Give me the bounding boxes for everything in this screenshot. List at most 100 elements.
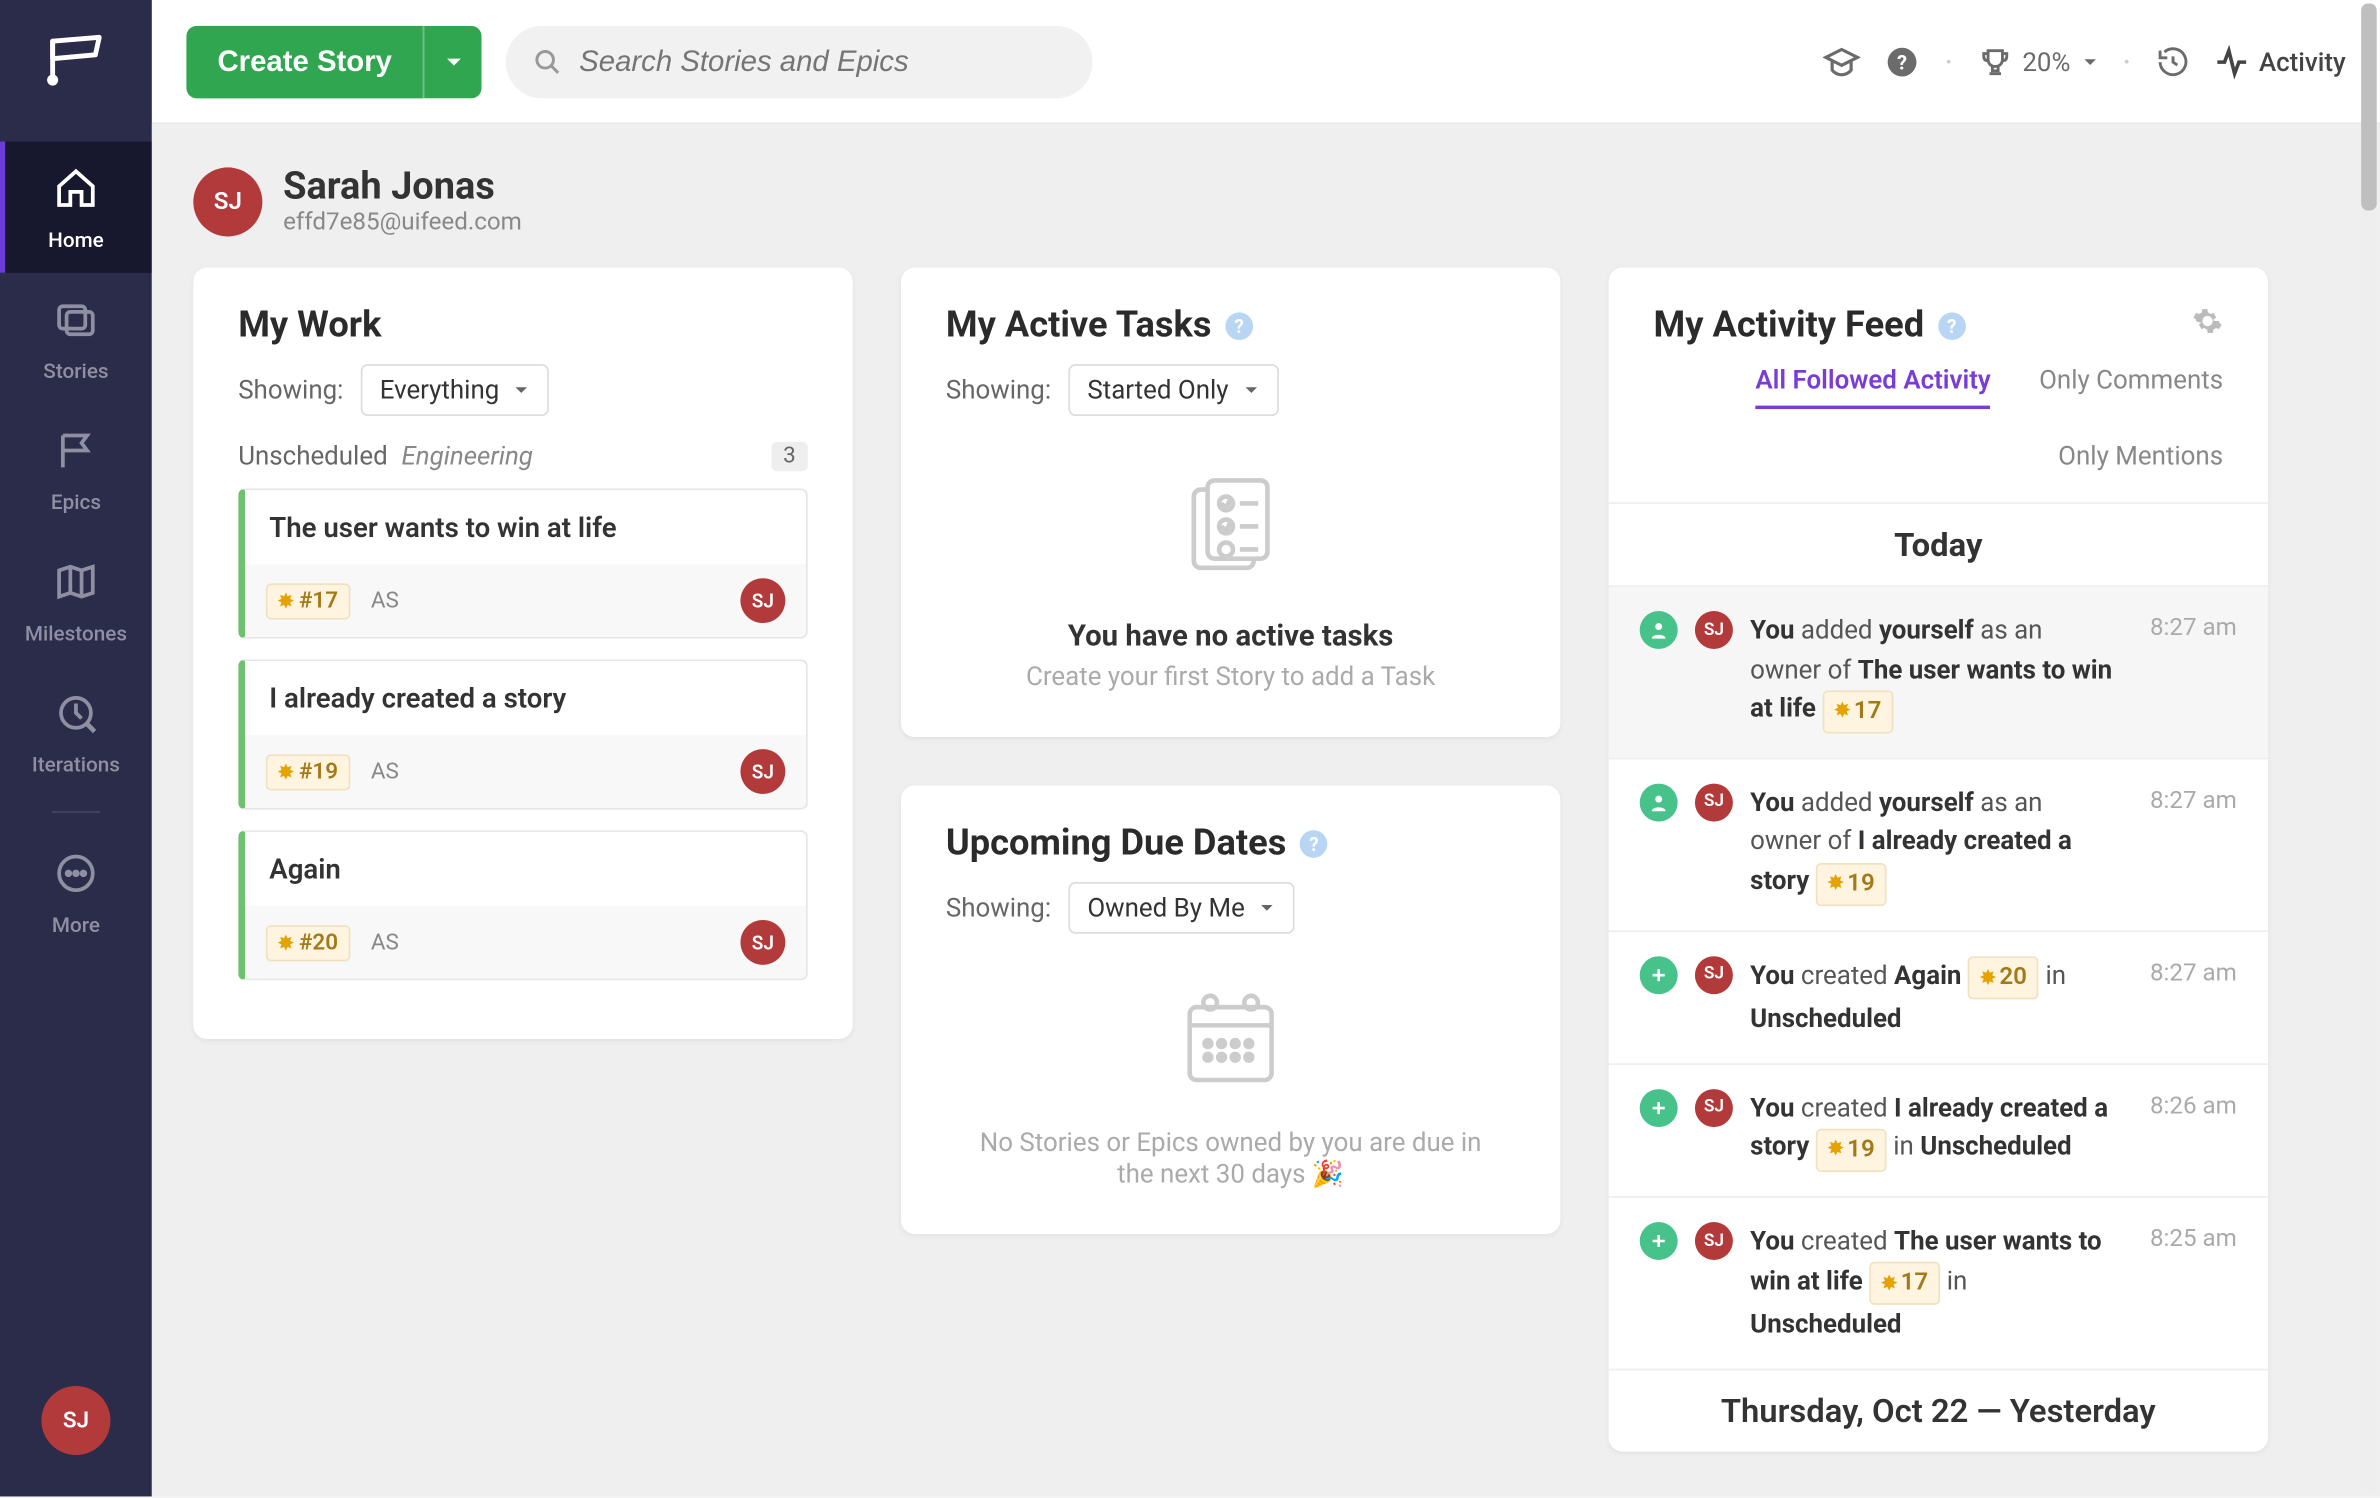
help-icon[interactable]: ? [1886,44,1921,79]
current-user-avatar[interactable]: SJ [41,1386,110,1455]
story-chip[interactable]: 19 [1816,862,1887,905]
education-icon[interactable] [1823,42,1861,80]
iterations-icon [54,690,99,745]
story-id-chip[interactable]: #20 [266,924,350,960]
empty-text: No Stories or Epics owned by you are due… [946,1127,1516,1189]
my-work-filter-dropdown[interactable]: Everything [361,364,550,416]
user-email: effd7e85@uifeed.com [283,209,522,237]
more-icon [54,851,99,906]
story-chip[interactable]: 20 [1968,957,2039,1000]
feed-text: You added yourself as an owner of The us… [1750,611,2119,733]
flag-icon [54,428,99,483]
scrollbar[interactable] [2361,3,2377,1493]
group-count: 3 [771,441,808,470]
feed-item[interactable]: SJ You created Again 20 in Unscheduled 8… [1609,929,2268,1062]
feed-text: You created The user wants to win at lif… [1750,1222,2119,1344]
story-meta: #19 AS SJ [245,735,806,807]
due-dates-card: Upcoming Due Dates ? Showing: Owned By M… [901,785,1560,1234]
trophy-icon [1977,44,2012,79]
search-input[interactable] [579,44,1065,79]
nav-epics[interactable]: Epics [0,404,152,535]
caret-down-icon [1259,899,1276,916]
feed-item[interactable]: SJ You created I already created a story… [1609,1063,2268,1196]
help-icon[interactable]: ? [1300,830,1328,858]
group-status: Unscheduled [238,440,387,471]
feed-time: 8:26 am [2150,1089,2237,1172]
filter-value: Owned By Me [1087,892,1244,923]
home-icon [54,166,99,221]
card-title: My Activity Feed [1654,306,1925,347]
story-card[interactable]: I already created a story #19 AS SJ [238,659,808,809]
story-card[interactable]: Again #20 AS SJ [238,830,808,980]
nav-more[interactable]: More [0,827,152,958]
feed-text: You created Again 20 in Unscheduled [1750,955,2119,1038]
page-title: Sarah Jonas [283,166,522,209]
story-assignee: AS [371,929,399,955]
feed-avatar: SJ [1695,611,1733,649]
story-title: The user wants to win at life [245,490,806,564]
feed-date-prev: Thursday, Oct 22 — Yesterday [1609,1368,2268,1451]
gear-icon[interactable] [2192,306,2223,347]
activity-link[interactable]: Activity [2214,44,2346,79]
filter-value: Everything [380,375,500,406]
nav-milestones[interactable]: Milestones [0,535,152,666]
story-card[interactable]: The user wants to win at life #17 AS SJ [238,488,808,638]
story-chip[interactable]: 19 [1816,1129,1887,1172]
feed-time: 8:27 am [2150,611,2237,733]
create-story-button[interactable]: Create Story [186,25,423,97]
story-chip[interactable]: 17 [1869,1262,1940,1305]
map-icon [54,559,99,614]
my-tasks-card: My Active Tasks ? Showing: Started Only [901,268,1560,737]
feed-avatar: SJ [1695,783,1733,821]
separator: · [2122,41,2131,82]
history-icon[interactable] [2155,44,2190,79]
help-icon[interactable]: ? [1225,312,1253,340]
group-team: Engineering [401,440,532,471]
nav-label: More [52,913,100,937]
due-filter-dropdown[interactable]: Owned By Me [1068,882,1295,934]
story-chip[interactable]: 17 [1822,690,1893,733]
story-owner-avatar[interactable]: SJ [740,920,785,965]
card-title: My Active Tasks [946,306,1212,347]
story-meta: #17 AS SJ [245,564,806,636]
feed-time: 8:25 am [2150,1222,2237,1344]
feed-item[interactable]: SJ You added yourself as an owner of I a… [1609,757,2268,929]
feed-date-today: Today [1609,502,2268,585]
feed-tab-all[interactable]: All Followed Activity [1755,364,1990,409]
feed-avatar: SJ [1695,1222,1733,1260]
search-box[interactable] [506,25,1093,97]
user-header: SJ Sarah Jonas effd7e85@uifeed.com [193,166,2338,237]
story-owner-avatar[interactable]: SJ [740,578,785,623]
card-title: My Work [238,306,808,347]
content: SJ Sarah Jonas effd7e85@uifeed.com My Wo… [152,124,2380,1496]
story-assignee: AS [371,588,399,614]
create-story-dropdown[interactable] [423,25,482,97]
calendar-icon [946,989,1516,1110]
activity-feed-card: My Activity Feed ? All Followed Activity… [1609,268,2268,1452]
scrollbar-thumb[interactable] [2361,3,2377,210]
story-owner-avatar[interactable]: SJ [740,749,785,794]
empty-sub: Create your first Story to add a Task [946,661,1516,692]
app-logo[interactable] [41,24,110,93]
nav-stories[interactable]: Stories [0,273,152,404]
feed-tab-comments[interactable]: Only Comments [2039,364,2223,409]
feed-tab-mentions[interactable]: Only Mentions [2058,440,2223,481]
nav-iterations[interactable]: Iterations [0,666,152,797]
story-id-chip[interactable]: #17 [266,583,350,619]
nav-divider [52,811,100,813]
story-title: Again [245,832,806,906]
story-id-chip[interactable]: #19 [266,753,350,789]
nav-home[interactable]: Home [0,142,152,273]
svg-text:?: ? [1898,49,1908,73]
activity-label: Activity [2259,46,2346,77]
tasks-filter-dropdown[interactable]: Started Only [1068,364,1278,416]
empty-headline: You have no active tasks [946,620,1516,655]
feed-item[interactable]: SJ You created The user wants to win at … [1609,1196,2268,1368]
nav-label: Epics [51,490,101,514]
tasks-empty-state: You have no active tasks Create your fir… [946,440,1516,699]
feed-item[interactable]: SJ You added yourself as an owner of The… [1609,585,2268,757]
nav-label: Milestones [25,621,127,645]
help-icon[interactable]: ? [1938,312,1966,340]
progress-dropdown[interactable]: 20% [1977,44,2098,79]
main: Create Story ? · 20% · [152,0,2380,1496]
